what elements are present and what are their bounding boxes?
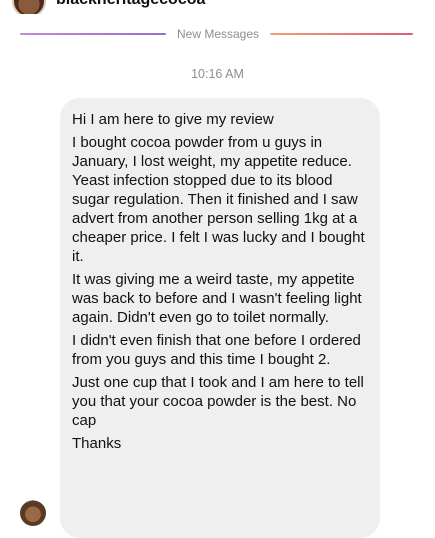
- message-paragraph: I didn't even finish that one before I o…: [72, 332, 361, 368]
- sender-avatar[interactable]: [20, 500, 46, 526]
- message-paragraph: Just one cup that I took and I am here t…: [72, 374, 364, 429]
- message-paragraph: I bought cocoa powder from u guys in Jan…: [72, 134, 365, 265]
- chat-header: blackheritagecocoa: [0, 0, 435, 14]
- username[interactable]: blackheritagecocoa: [56, 0, 205, 9]
- message-paragraph: Hi I am here to give my review: [72, 111, 274, 128]
- message-paragraph: Thanks: [72, 435, 122, 452]
- profile-avatar[interactable]: [12, 0, 46, 14]
- new-messages-label: New Messages: [176, 27, 260, 41]
- new-messages-divider-left: [20, 33, 166, 35]
- message-timestamp: 10:16 AM: [191, 67, 244, 81]
- message-paragraph: It was giving me a weird taste, my appet…: [72, 271, 362, 326]
- message-bubble[interactable]: Hi I am here to give my review I bought …: [60, 98, 380, 538]
- new-messages-divider-right: [270, 33, 413, 35]
